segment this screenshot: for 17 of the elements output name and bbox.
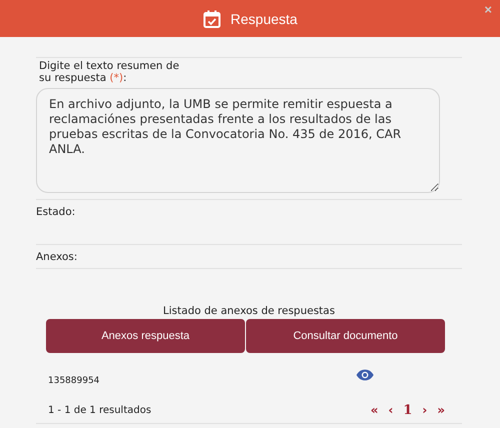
calendar-check-icon [202, 10, 221, 28]
summary-label: Digite el texto resumen de su respuesta (*): [39, 60, 180, 84]
pager-arrow[interactable]: « [370, 403, 378, 417]
table-title: Listado de anexos de respuestas [162, 305, 336, 317]
pager-arrow[interactable]: » [437, 403, 445, 417]
summary-textarea[interactable]: En archivo adjunto, la UMB se permite remitir espuesta a reclamaciónes presentadas frente a los resultados de las pruebas escritas de la Convocatoria No. 435 de 2016, CAR ANLA. [36, 88, 440, 193]
column-header: Consultar documento [246, 319, 445, 353]
table-cell: 135889954 [48, 376, 100, 386]
column-header: Anexos respuesta [46, 319, 245, 353]
dialog-title: Respuesta [230, 10, 298, 26]
pager-arrow[interactable]: › [422, 403, 428, 417]
pager-arrow[interactable]: ‹ [388, 403, 394, 417]
view-icon[interactable] [356, 369, 374, 381]
results-count: 1 - 1 de 1 resultados [48, 404, 152, 416]
field-label: Estado: [36, 206, 76, 218]
page-link[interactable]: 1 [403, 402, 412, 418]
field-label: Anexos: [36, 251, 78, 263]
